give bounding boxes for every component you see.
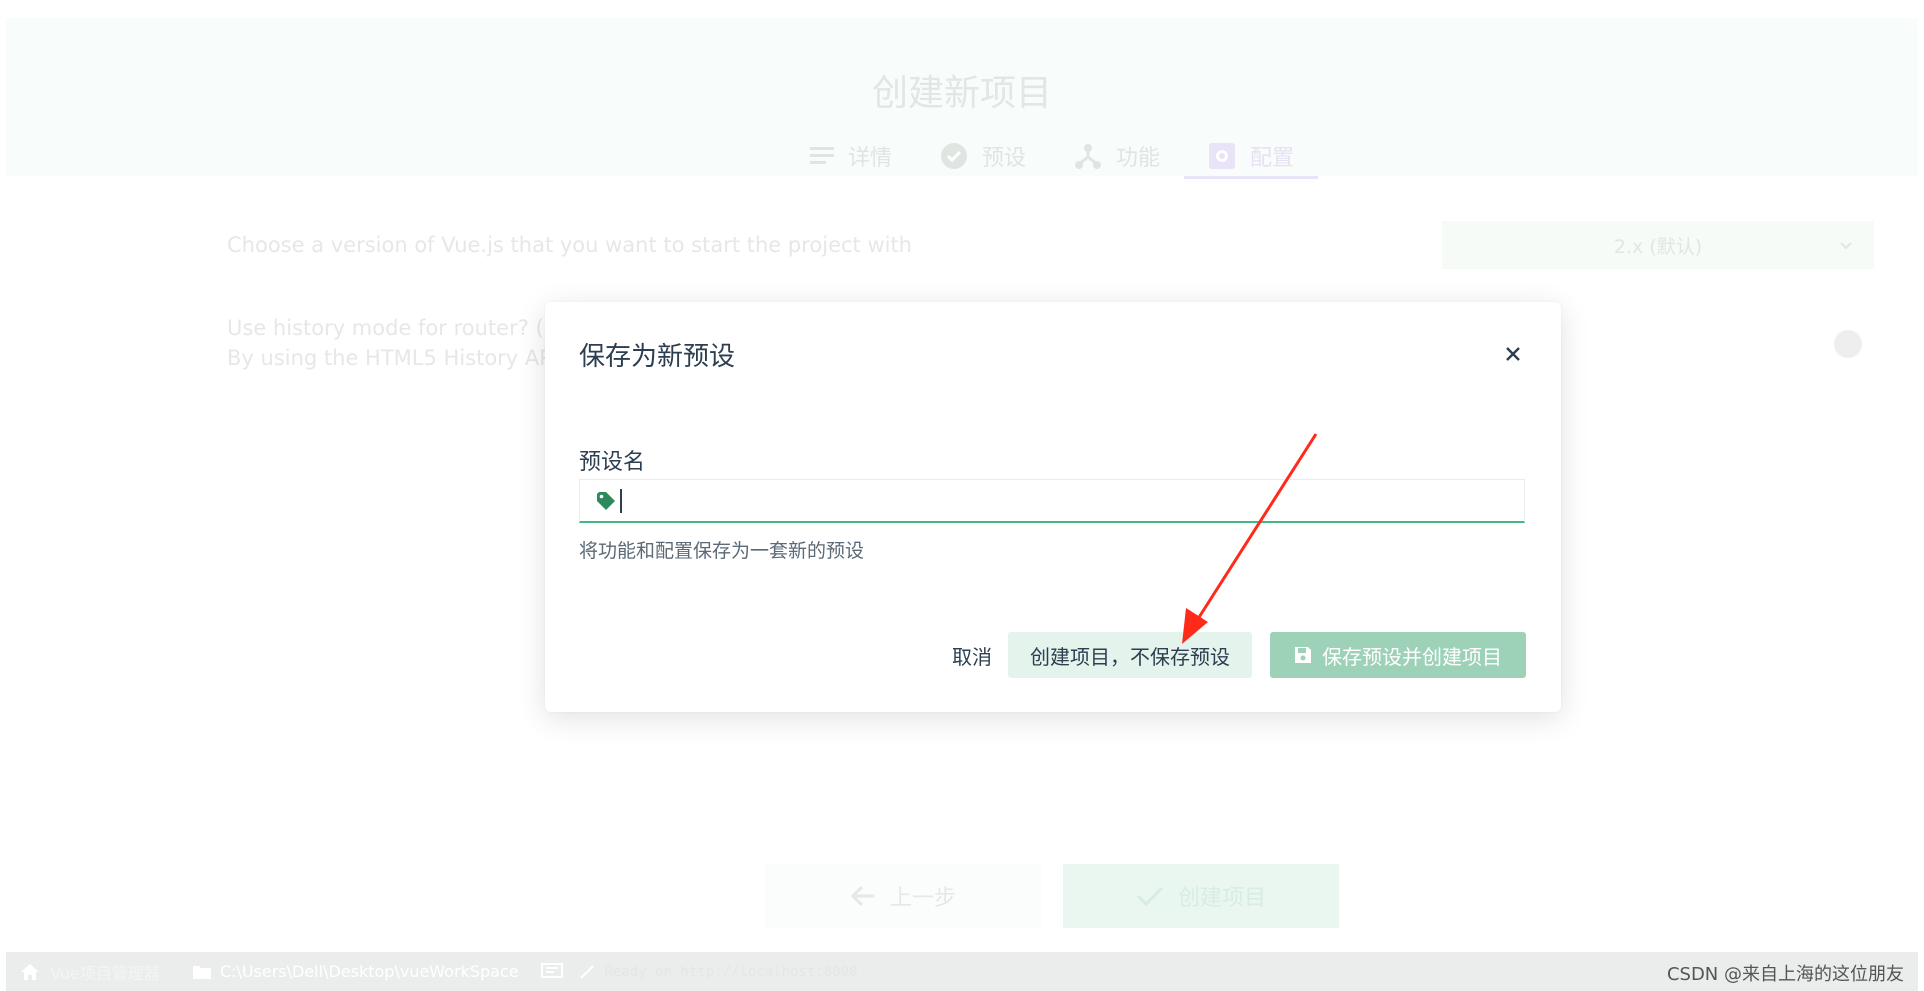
page-header: 创建新项目 详情 预设 功能 配置 [6, 18, 1918, 179]
app-window: 创建新项目 详情 预设 功能 配置 Choose a version of Vu… [0, 0, 1924, 991]
close-icon [1506, 347, 1520, 361]
close-button[interactable] [1497, 338, 1529, 370]
text-cursor [620, 488, 622, 513]
history-mode-label: Use history mode for router? (R [227, 316, 559, 340]
history-mode-help: By using the HTML5 History AP [227, 346, 552, 370]
tab-presets[interactable]: 预设 [916, 136, 1050, 176]
workspace-path-text: C:\Users\Dell\Desktop\vueWorkSpace [219, 962, 519, 981]
tab-label: 预设 [982, 146, 1027, 171]
tab-label: 配置 [1250, 146, 1295, 171]
terminal-icon[interactable] [540, 962, 563, 981]
project-manager-label[interactable]: Vue项目管理器 [50, 960, 160, 984]
check-icon [1136, 886, 1164, 907]
preset-help-text: 将功能和配置保存为一套新的预设 [579, 540, 865, 562]
chevron-down-icon [1840, 242, 1852, 250]
page-title: 创建新项目 [871, 73, 1052, 114]
tab-config[interactable]: 配置 [1184, 136, 1319, 179]
preset-name-label: 预设名 [579, 450, 646, 475]
save-and-create-label: 保存预设并创建项目 [1322, 644, 1502, 669]
vue-version-label: Choose a version of Vue.js that you want… [227, 233, 912, 257]
tab-details[interactable]: 详情 [786, 136, 916, 176]
wizard-tabs: 详情 预设 功能 配置 [786, 136, 1319, 179]
pencil-icon [579, 964, 595, 980]
fork-icon [1075, 144, 1102, 169]
create-project-button[interactable]: 创建项目 [1063, 864, 1339, 928]
watermark: CSDN @来自上海的这位朋友 [1666, 964, 1904, 985]
server-status-text: Ready on http://localhost:8000 [604, 963, 858, 980]
history-mode-toggle[interactable] [1834, 330, 1862, 358]
arrow-left-icon [850, 885, 874, 907]
check-circle-icon [941, 143, 968, 169]
previous-step-label: 上一步 [889, 886, 956, 911]
preset-name-field[interactable] [579, 479, 1525, 523]
workspace-path[interactable]: C:\Users\Dell\Desktop\vueWorkSpace [192, 962, 519, 981]
list-icon [810, 147, 834, 164]
create-project-label: 创建项目 [1177, 886, 1266, 911]
previous-step-button[interactable]: 上一步 [765, 864, 1041, 928]
create-without-saving-button[interactable]: 创建项目，不保存预设 [1008, 632, 1252, 678]
tag-icon [597, 491, 615, 510]
tab-features[interactable]: 功能 [1050, 136, 1184, 176]
home-icon[interactable] [20, 963, 40, 981]
dialog-title: 保存为新预设 [579, 342, 736, 372]
save-and-create-button[interactable]: 保存预设并创建项目 [1270, 632, 1526, 678]
vue-version-value: 2.x (默认) [1613, 235, 1703, 258]
status-bar: Vue项目管理器 C:\Users\Dell\Desktop\vueWorkSp… [6, 952, 1918, 991]
folder-icon [192, 965, 211, 979]
preset-name-input[interactable] [630, 481, 1524, 520]
save-icon [1295, 647, 1311, 663]
settings-box-icon [1209, 143, 1236, 169]
tab-label: 功能 [1116, 146, 1161, 171]
save-preset-dialog: 保存为新预设 预设名 将功能和配置保存为一套新的预设 取消 创建项目，不保存预设… [545, 302, 1561, 712]
vue-version-select[interactable]: 2.x (默认) [1442, 221, 1874, 269]
tab-label: 详情 [848, 146, 893, 171]
